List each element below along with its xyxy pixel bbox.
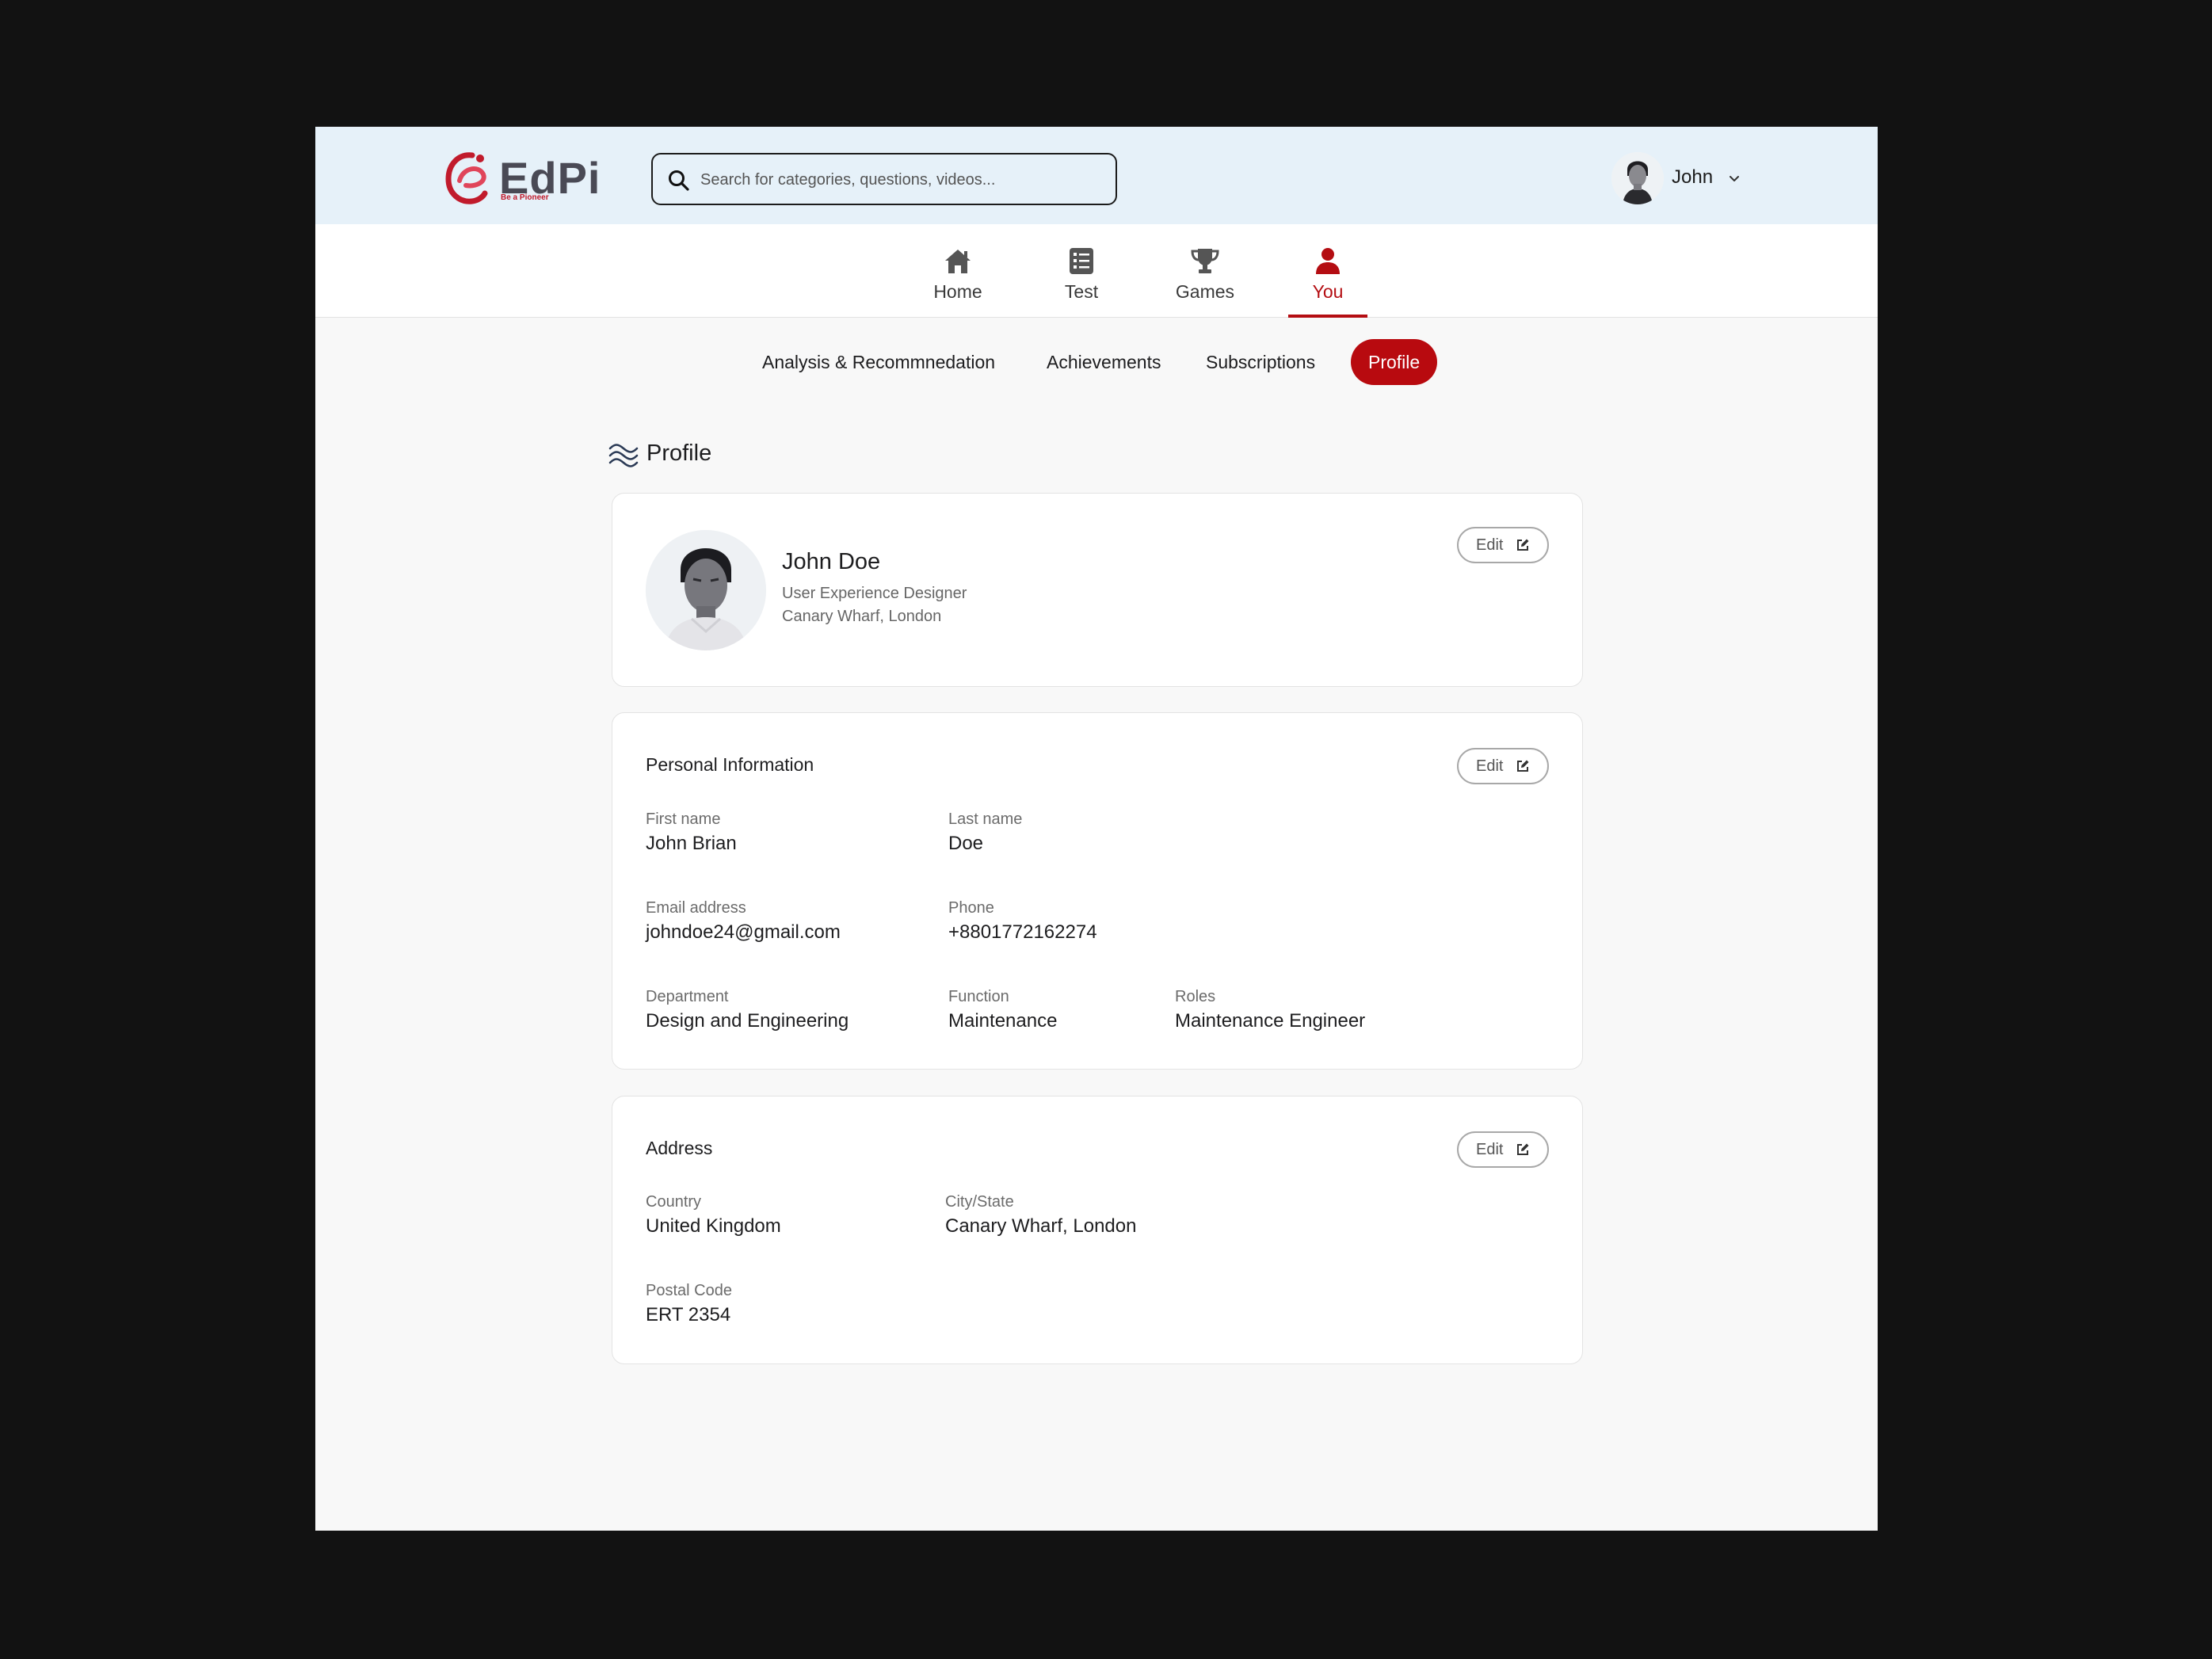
search-input[interactable] bbox=[699, 162, 1098, 197]
city-label: City/State bbox=[945, 1193, 1014, 1211]
nav-home[interactable]: Home bbox=[910, 224, 1005, 317]
country-value: United Kingdom bbox=[646, 1215, 781, 1237]
roles-label: Roles bbox=[1175, 988, 1216, 1005]
country-label: Country bbox=[646, 1193, 702, 1211]
personal-info-title: Personal Information bbox=[646, 754, 814, 775]
edit-address-button[interactable]: Edit bbox=[1457, 1131, 1549, 1168]
edit-personal-info-button[interactable]: Edit bbox=[1457, 748, 1549, 784]
department-label: Department bbox=[646, 988, 729, 1005]
city-value: Canary Wharf, London bbox=[945, 1215, 1137, 1237]
edit-icon bbox=[1517, 760, 1529, 772]
edit-icon bbox=[1517, 1143, 1529, 1155]
edit-profile-button[interactable]: Edit bbox=[1457, 527, 1549, 563]
last-name-label: Last name bbox=[948, 810, 1023, 828]
user-icon bbox=[1316, 248, 1340, 274]
edpi-logo[interactable]: EdPi Be a Pioneer bbox=[444, 151, 602, 206]
waves-icon bbox=[608, 444, 639, 467]
email-label: Email address bbox=[646, 899, 746, 917]
search-icon bbox=[669, 170, 689, 191]
nav-home-label: Home bbox=[933, 281, 982, 302]
app-window: EdPi Be a Pioneer John bbox=[315, 127, 1878, 1531]
user-photo bbox=[1611, 152, 1664, 204]
user-name[interactable]: John bbox=[1672, 166, 1713, 189]
profile-location: Canary Wharf, London bbox=[782, 608, 942, 625]
profile-name: John Doe bbox=[782, 549, 881, 574]
edit-label: Edit bbox=[1476, 757, 1504, 775]
nav-you-label: You bbox=[1312, 281, 1344, 302]
tab-analysis[interactable]: Analysis & Recommnedation bbox=[762, 339, 995, 385]
profile-role: User Experience Designer bbox=[782, 585, 967, 602]
phone-label: Phone bbox=[948, 899, 994, 917]
search-box[interactable] bbox=[651, 153, 1117, 205]
logo-mark-icon bbox=[445, 152, 488, 204]
first-name-label: First name bbox=[646, 810, 721, 828]
postal-code-value: ERT 2354 bbox=[646, 1304, 731, 1325]
edit-label: Edit bbox=[1476, 1141, 1504, 1158]
edit-label: Edit bbox=[1476, 536, 1504, 554]
roles-value: Maintenance Engineer bbox=[1175, 1010, 1366, 1032]
tab-achievements[interactable]: Achievements bbox=[1047, 339, 1161, 385]
nav-games-label: Games bbox=[1175, 281, 1235, 302]
nav-games[interactable]: Games bbox=[1157, 224, 1253, 317]
nav-test[interactable]: Test bbox=[1034, 224, 1129, 317]
user-menu[interactable]: John bbox=[1611, 152, 1746, 204]
profile-card: John Doe User Experience Designer Canary… bbox=[612, 493, 1583, 687]
address-card: Address Edit Country United Kingdom City… bbox=[612, 1096, 1583, 1364]
profile-photo bbox=[646, 530, 766, 650]
address-title: Address bbox=[646, 1138, 713, 1158]
nav-test-label: Test bbox=[1064, 281, 1099, 302]
page-title-text: Profile bbox=[646, 440, 712, 466]
personal-info-card: Personal Information Edit First name Joh… bbox=[612, 712, 1583, 1070]
last-name-value: Doe bbox=[948, 833, 984, 854]
nav-you[interactable]: You bbox=[1280, 224, 1375, 318]
email-value: johndoe24@gmail.com bbox=[646, 921, 841, 943]
edit-icon bbox=[1517, 539, 1529, 551]
postal-code-label: Postal Code bbox=[646, 1282, 732, 1299]
top-bar: EdPi Be a Pioneer John bbox=[315, 127, 1878, 224]
trophy-icon bbox=[1191, 249, 1219, 273]
logo-tagline: Be a Pioneer bbox=[501, 193, 549, 202]
avatar[interactable] bbox=[1611, 152, 1664, 204]
chevron-down-icon[interactable] bbox=[1727, 171, 1741, 185]
sub-tabs: Analysis & Recommnedation Achievements S… bbox=[315, 339, 1878, 385]
profile-avatar bbox=[646, 530, 766, 650]
function-value: Maintenance bbox=[948, 1010, 1058, 1032]
tab-subscriptions[interactable]: Subscriptions bbox=[1206, 339, 1315, 385]
home-icon bbox=[945, 250, 971, 273]
first-name-value: John Brian bbox=[646, 833, 737, 854]
phone-value: +8801772162274 bbox=[948, 921, 1097, 943]
department-value: Design and Engineering bbox=[646, 1010, 849, 1032]
checklist-icon bbox=[1070, 248, 1093, 274]
function-label: Function bbox=[948, 988, 1009, 1005]
tab-profile[interactable]: Profile bbox=[1351, 339, 1438, 385]
main-nav: Home Test Games You bbox=[315, 224, 1878, 318]
